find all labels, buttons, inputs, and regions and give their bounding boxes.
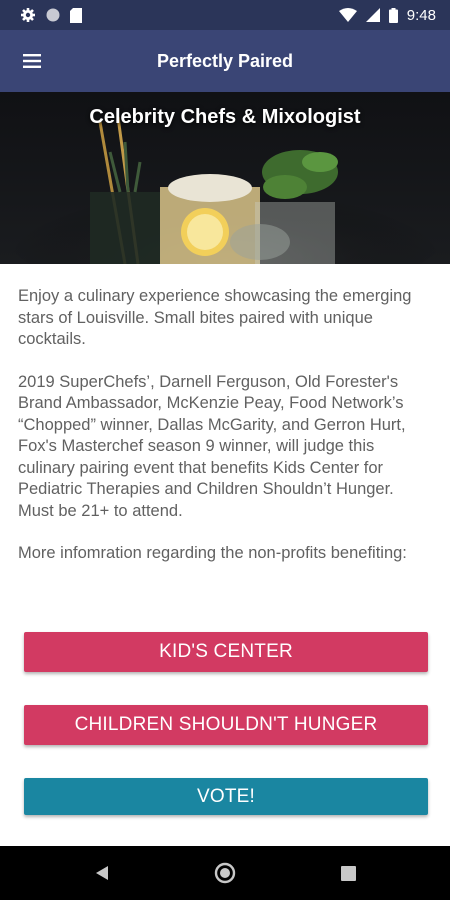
sd-card-icon <box>70 7 82 23</box>
battery-icon <box>388 7 398 23</box>
recents-icon <box>340 865 356 881</box>
kids-center-button[interactable]: KID'S CENTER <box>24 632 428 672</box>
system-nav-bar <box>0 846 450 900</box>
children-shouldnt-hunger-button[interactable]: CHILDREN SHOULDN'T HUNGER <box>24 705 428 745</box>
status-bar: 9:48 <box>0 0 450 30</box>
judges-paragraph: 2019 SuperChefs’, Darnell Ferguson, Old … <box>18 372 406 520</box>
signal-icon <box>365 8 380 22</box>
circle-icon <box>46 8 60 22</box>
home-icon <box>214 862 236 884</box>
nav-home-button[interactable] <box>195 846 255 900</box>
hero-title: Celebrity Chefs & Mixologist <box>89 106 361 128</box>
event-description: Enjoy a culinary experience showcasing t… <box>0 264 450 586</box>
vote-button[interactable]: VOTE! <box>24 778 428 815</box>
hero-banner: Celebrity Chefs & Mixologist <box>0 92 450 264</box>
intro-paragraph: Enjoy a culinary experience showcasing t… <box>18 287 412 348</box>
nonprofits-paragraph: More infomration regarding the non-profi… <box>18 544 407 562</box>
app-title: Perfectly Paired <box>156 50 294 71</box>
hamburger-icon <box>23 54 41 68</box>
app-bar: Perfectly Paired <box>0 30 450 92</box>
back-icon <box>96 866 108 880</box>
status-time: 9:48 <box>406 6 436 24</box>
wifi-icon <box>338 8 357 22</box>
nav-back-button[interactable] <box>72 846 132 900</box>
menu-button[interactable] <box>0 30 64 92</box>
gear-icon <box>21 8 35 22</box>
nav-recents-button[interactable] <box>318 846 378 900</box>
